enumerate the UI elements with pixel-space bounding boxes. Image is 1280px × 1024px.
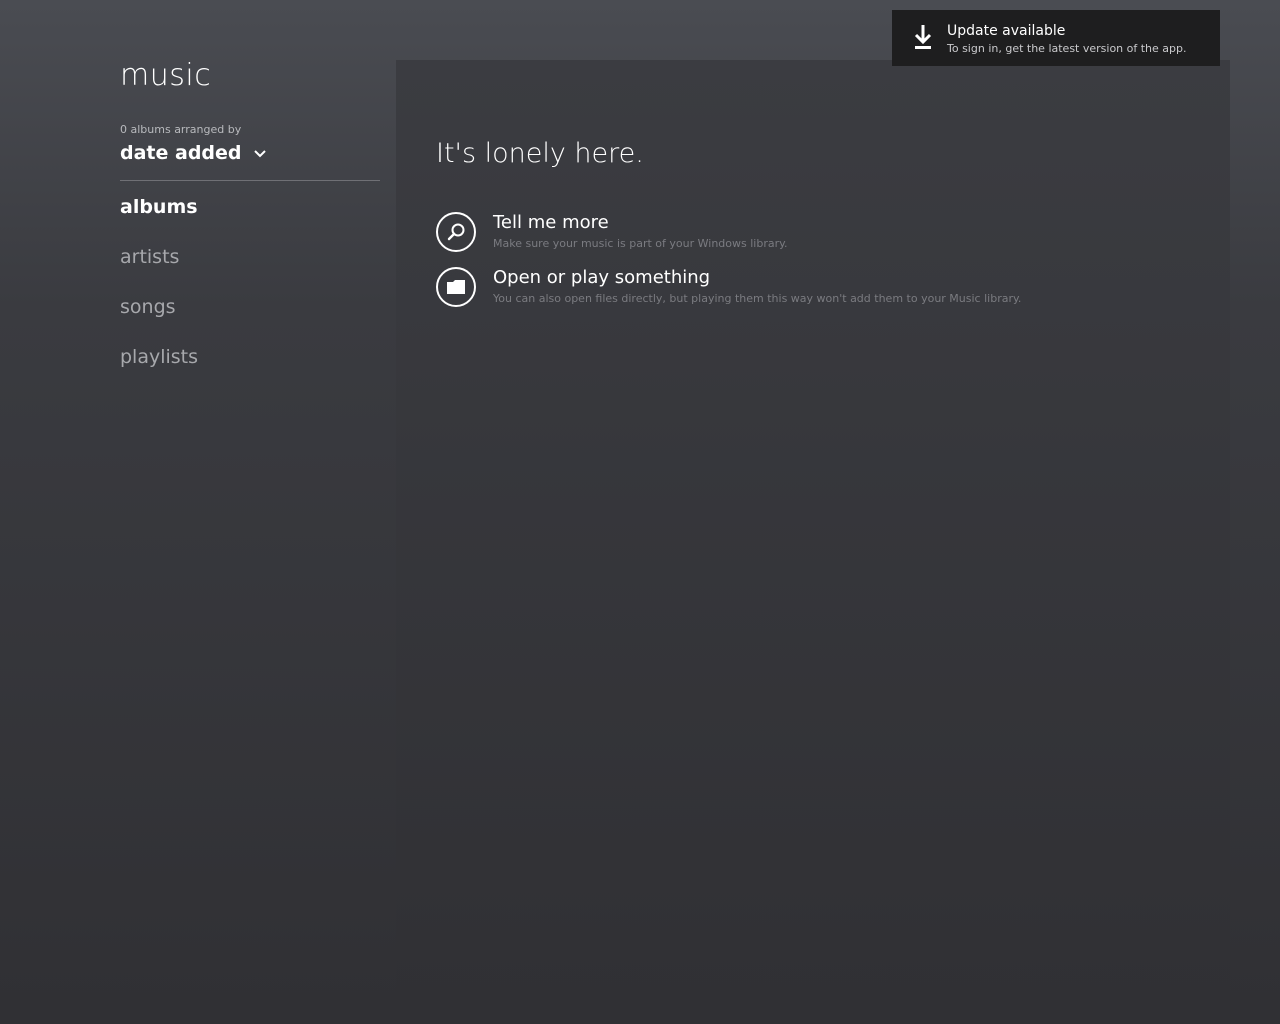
action-description: You can also open files directly, but pl… (493, 292, 1022, 305)
sidebar-item-playlists[interactable]: playlists (120, 344, 198, 394)
action-title: Tell me more (493, 212, 609, 233)
sort-value: date added (120, 142, 242, 164)
sidebar-divider (120, 180, 380, 181)
sidebar-nav: albums artists songs playlists (120, 194, 198, 394)
album-count-caption: 0 albums arranged by (120, 123, 242, 136)
toast-text: Update available To sign in, get the lat… (947, 22, 1187, 55)
toast-body: To sign in, get the latest version of th… (947, 41, 1187, 55)
folder-icon (436, 267, 476, 307)
toast-title: Update available (947, 22, 1066, 39)
open-or-play-text: Open or play something You can also open… (493, 267, 1021, 305)
empty-state-heading: It's lonely here. (436, 138, 644, 169)
sort-dropdown[interactable]: date added (120, 142, 268, 164)
tell-me-more-text: Tell me more Make sure your music is par… (493, 212, 788, 250)
app-title: music (120, 58, 212, 93)
update-notification-toast[interactable]: Update available To sign in, get the lat… (892, 10, 1220, 66)
sidebar-item-songs[interactable]: songs (120, 294, 198, 344)
sidebar-item-albums[interactable]: albums (120, 194, 198, 244)
content-panel: It's lonely here. Tell me more Make sure… (396, 60, 1230, 1024)
sidebar-item-artists[interactable]: artists (120, 244, 198, 294)
download-icon (911, 22, 935, 54)
search-icon (436, 212, 476, 252)
chevron-down-icon (252, 145, 268, 161)
open-or-play-action[interactable]: Open or play something You can also open… (436, 267, 1021, 307)
tell-me-more-action[interactable]: Tell me more Make sure your music is par… (436, 212, 788, 252)
action-title: Open or play something (493, 267, 711, 288)
action-description: Make sure your music is part of your Win… (493, 237, 788, 250)
